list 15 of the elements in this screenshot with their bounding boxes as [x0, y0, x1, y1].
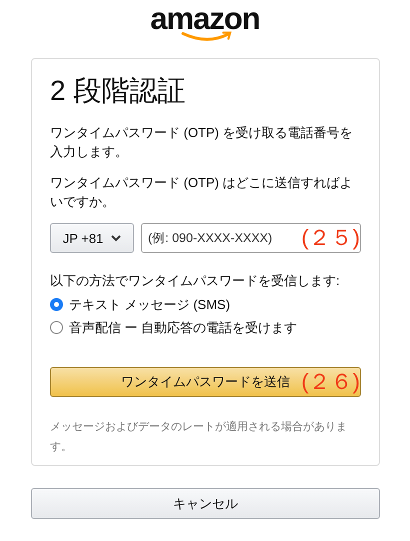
radio-label: 音声配信 ー 自動応答の電話を受けます	[69, 318, 298, 336]
method-label: 以下の方法でワンタイムパスワードを受信します:	[50, 272, 341, 290]
annotation-label: (２６)	[301, 370, 360, 394]
country-code-dropdown[interactable]: JP +81	[50, 223, 134, 253]
page-title: 2 段階認証	[50, 74, 186, 108]
amazon-logo: amazon	[150, 4, 260, 43]
chevron-down-icon	[111, 234, 122, 242]
note-text: メッセージおよびデータのレートが適用される場合があります。	[50, 420, 348, 455]
radio-label: テキスト メッセージ (SMS)	[69, 296, 230, 314]
radio-button[interactable]	[50, 298, 63, 311]
question-text: ワンタイムパスワード (OTP) はどこに送信すればよいですか。	[50, 174, 354, 211]
intro-text: ワンタイムパスワード (OTP) を受け取る電話番号を入力します。	[50, 124, 354, 161]
cancel-button[interactable]: キャンセル	[31, 488, 380, 519]
radio-button[interactable]	[50, 321, 63, 334]
annotation-label: (２５)	[301, 226, 360, 250]
